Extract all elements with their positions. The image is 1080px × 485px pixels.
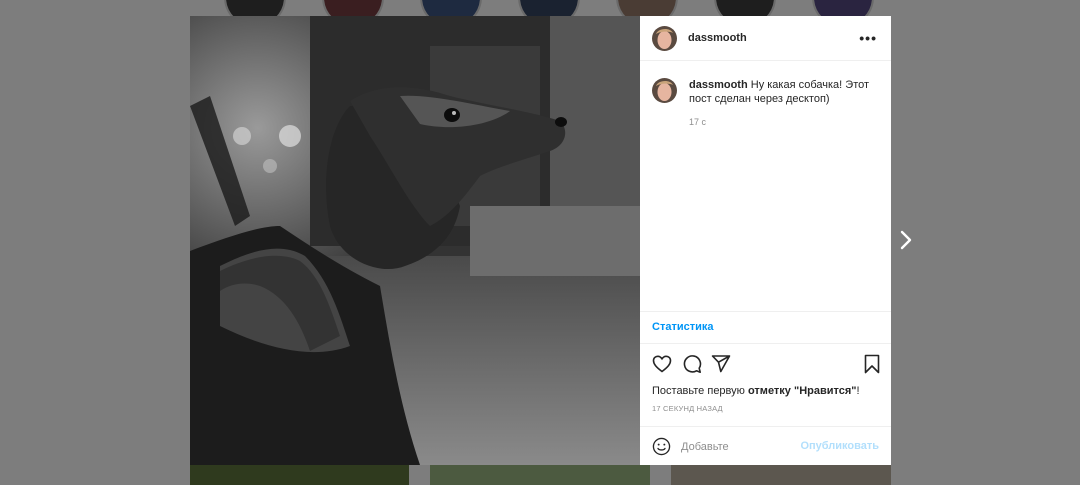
- background-grid-thumbnail: [190, 465, 409, 485]
- add-comment-bar: Опубликовать: [640, 426, 891, 465]
- avatar[interactable]: [652, 25, 677, 51]
- action-bar: [652, 354, 882, 374]
- caption-author[interactable]: dassmooth: [689, 79, 748, 91]
- caption-comment: dassmooth Ну какая собачка! Этот пост сд…: [640, 61, 891, 129]
- likes-prefix: Поставьте первую: [652, 385, 745, 397]
- smiley-icon[interactable]: [652, 437, 671, 456]
- ellipsis-icon[interactable]: •••: [859, 30, 877, 46]
- paper-plane-icon[interactable]: [711, 354, 731, 374]
- background-grid-thumbnail: [671, 465, 891, 485]
- publish-button[interactable]: Опубликовать: [800, 440, 879, 452]
- caption-text-line: dassmooth Ну какая собачка! Этот пост сд…: [689, 78, 879, 106]
- caption-timestamp[interactable]: 17 с: [689, 115, 879, 129]
- post-username[interactable]: dassmooth: [688, 32, 859, 44]
- statistics-link[interactable]: Статистика: [640, 311, 891, 344]
- background-grid-thumbnail: [430, 465, 650, 485]
- likes-prompt: Поставьте первую отметку "Нравится"!: [652, 385, 860, 397]
- post-header: dassmooth •••: [640, 16, 891, 61]
- bookmark-icon[interactable]: [862, 354, 882, 374]
- comment-input[interactable]: [681, 440, 801, 454]
- caption-body: dassmooth Ну какая собачка! Этот пост сд…: [689, 78, 879, 129]
- comment-icon[interactable]: [682, 354, 702, 374]
- post-timestamp[interactable]: 17 СЕКУНД НАЗАД: [652, 404, 723, 413]
- heart-icon[interactable]: [652, 354, 672, 374]
- post-side-panel: dassmooth ••• dassmooth Ну какая собачка…: [640, 16, 891, 465]
- likes-first-like-link[interactable]: отметку "Нравится": [748, 385, 857, 397]
- avatar[interactable]: [652, 78, 677, 103]
- likes-suffix: !: [856, 385, 860, 397]
- post-photo[interactable]: [190, 16, 640, 465]
- chevron-right-icon[interactable]: [898, 229, 914, 251]
